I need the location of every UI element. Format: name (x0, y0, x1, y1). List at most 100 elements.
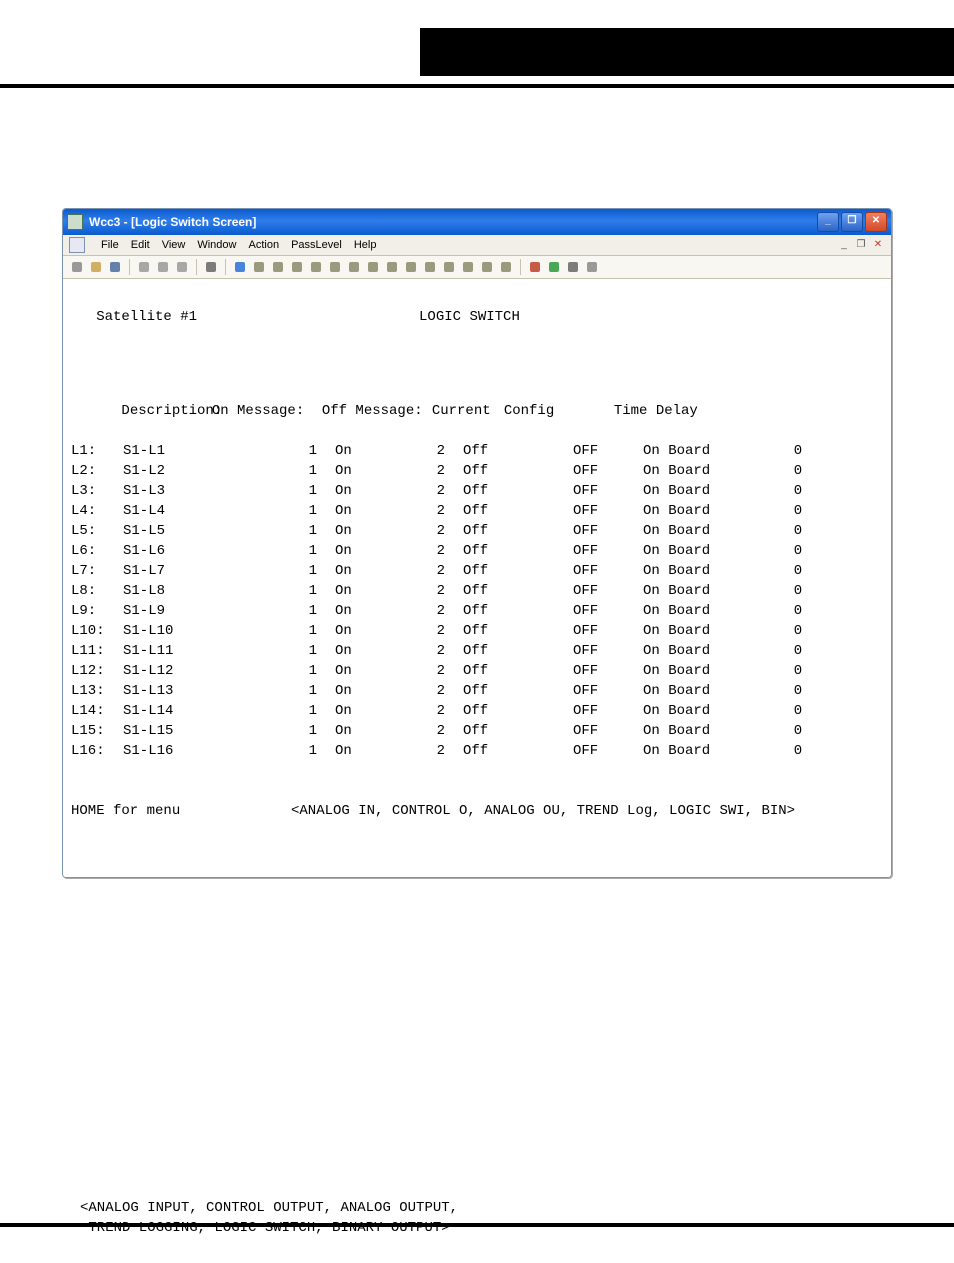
menu-view[interactable]: View (162, 239, 186, 251)
close-button[interactable]: ✕ (865, 212, 887, 232)
dot-green-icon[interactable] (546, 259, 562, 275)
table-row[interactable]: L9: S1-L91On2OffOFFOn Board0 (63, 601, 891, 621)
bolt-icon[interactable] (460, 259, 476, 275)
open-icon[interactable] (88, 259, 104, 275)
cut-icon[interactable] (136, 259, 152, 275)
row-off-val: Off (445, 681, 573, 701)
maximize-button[interactable]: ❐ (841, 212, 863, 232)
row-time-delay: 0 (743, 741, 853, 761)
row-current: OFF (573, 701, 625, 721)
table-row[interactable]: L1: S1-L11On2OffOFFOn Board0 (63, 441, 891, 461)
row-on-val: On (317, 501, 421, 521)
table-row[interactable]: L3: S1-L31On2OffOFFOn Board0 (63, 481, 891, 501)
menu-help[interactable]: Help (354, 239, 377, 251)
menu-edit[interactable]: Edit (131, 239, 150, 251)
row-on-key: 1 (293, 721, 317, 741)
table-row[interactable]: L10:S1-L101On2OffOFFOn Board0 (63, 621, 891, 641)
row-off-val: Off (445, 461, 573, 481)
toolbar (63, 256, 891, 279)
table-row[interactable]: L6: S1-L61On2OffOFFOn Board0 (63, 541, 891, 561)
help-icon[interactable] (232, 259, 248, 275)
row-label: L2: (63, 461, 123, 481)
row-current: OFF (573, 661, 625, 681)
below-line1: <ANALOG INPUT, CONTROL OUTPUT, ANALOG OU… (80, 1200, 458, 1216)
table-row[interactable]: L16:S1-L161On2OffOFFOn Board0 (63, 741, 891, 761)
row-config: On Board (625, 481, 743, 501)
toolbar-separator (129, 259, 130, 275)
tool-d-icon[interactable] (308, 259, 324, 275)
table-row[interactable]: L14:S1-L141On2OffOFFOn Board0 (63, 701, 891, 721)
row-on-val: On (317, 681, 421, 701)
row-config: On Board (625, 561, 743, 581)
row-off-val: Off (445, 601, 573, 621)
menu-file[interactable]: File (101, 239, 119, 251)
save-icon[interactable] (107, 259, 123, 275)
paste-icon[interactable] (174, 259, 190, 275)
row-config: On Board (625, 741, 743, 761)
child-maximize-button[interactable]: ❐ (854, 239, 868, 252)
stack-icon[interactable] (584, 259, 600, 275)
menu-passlevel[interactable]: PassLevel (291, 239, 342, 251)
menu-action[interactable]: Action (248, 239, 279, 251)
tool-f-icon[interactable] (346, 259, 362, 275)
child-minimize-button[interactable]: _ (837, 239, 851, 252)
app-window: Wcc3 - [Logic Switch Screen] _ ❐ ✕ File … (62, 208, 892, 878)
row-config: On Board (625, 721, 743, 741)
row-config: On Board (625, 661, 743, 681)
table-row[interactable]: L5: S1-L51On2OffOFFOn Board0 (63, 521, 891, 541)
row-current: OFF (573, 561, 625, 581)
graph-icon[interactable] (479, 259, 495, 275)
tool-g-icon[interactable] (365, 259, 381, 275)
wand-icon[interactable] (422, 259, 438, 275)
row-desc: S1-L10 (123, 621, 293, 641)
square-red-icon[interactable] (527, 259, 543, 275)
new-icon[interactable] (69, 259, 85, 275)
tool-e-icon[interactable] (327, 259, 343, 275)
spark-icon[interactable] (441, 259, 457, 275)
row-time-delay: 0 (743, 701, 853, 721)
table-row[interactable]: L7: S1-L71On2OffOFFOn Board0 (63, 561, 891, 581)
minimize-button[interactable]: _ (817, 212, 839, 232)
table-row[interactable]: L13:S1-L131On2OffOFFOn Board0 (63, 681, 891, 701)
row-on-key: 1 (293, 701, 317, 721)
child-close-button[interactable]: ✕ (871, 239, 885, 252)
row-on-key: 1 (293, 661, 317, 681)
gear-icon[interactable] (565, 259, 581, 275)
tool-h-icon[interactable] (384, 259, 400, 275)
row-time-delay: 0 (743, 581, 853, 601)
row-on-val: On (317, 441, 421, 461)
row-desc: S1-L13 (123, 681, 293, 701)
tool-c-icon[interactable] (289, 259, 305, 275)
table-row[interactable]: L15:S1-L151On2OffOFFOn Board0 (63, 721, 891, 741)
chart-icon[interactable] (498, 259, 514, 275)
row-on-val: On (317, 541, 421, 561)
row-config: On Board (625, 441, 743, 461)
table-row[interactable]: L2: S1-L21On2OffOFFOn Board0 (63, 461, 891, 481)
menu-window[interactable]: Window (197, 239, 236, 251)
row-current: OFF (573, 501, 625, 521)
table-row[interactable]: L8: S1-L81On2OffOFFOn Board0 (63, 581, 891, 601)
copy-icon[interactable] (155, 259, 171, 275)
row-label: L8: (63, 581, 123, 601)
row-on-key: 1 (293, 461, 317, 481)
table-row[interactable]: L4: S1-L41On2OffOFFOn Board0 (63, 501, 891, 521)
row-config: On Board (625, 641, 743, 661)
child-window-controls: _ ❐ ✕ (837, 239, 885, 252)
row-time-delay: 0 (743, 561, 853, 581)
row-desc: S1-L9 (123, 601, 293, 621)
row-desc: S1-L12 (123, 661, 293, 681)
tool-a-icon[interactable] (251, 259, 267, 275)
row-time-delay: 0 (743, 441, 853, 461)
star-icon[interactable] (403, 259, 419, 275)
print-icon[interactable] (203, 259, 219, 275)
row-time-delay: 0 (743, 641, 853, 661)
tool-b-icon[interactable] (270, 259, 286, 275)
row-on-val: On (317, 601, 421, 621)
menubar: File Edit View Window Action PassLevel H… (63, 235, 891, 256)
row-desc: S1-L7 (123, 561, 293, 581)
row-off-key: 2 (421, 721, 445, 741)
table-row[interactable]: L11:S1-L111On2OffOFFOn Board0 (63, 641, 891, 661)
row-off-key: 2 (421, 461, 445, 481)
row-on-key: 1 (293, 621, 317, 641)
table-row[interactable]: L12:S1-L121On2OffOFFOn Board0 (63, 661, 891, 681)
